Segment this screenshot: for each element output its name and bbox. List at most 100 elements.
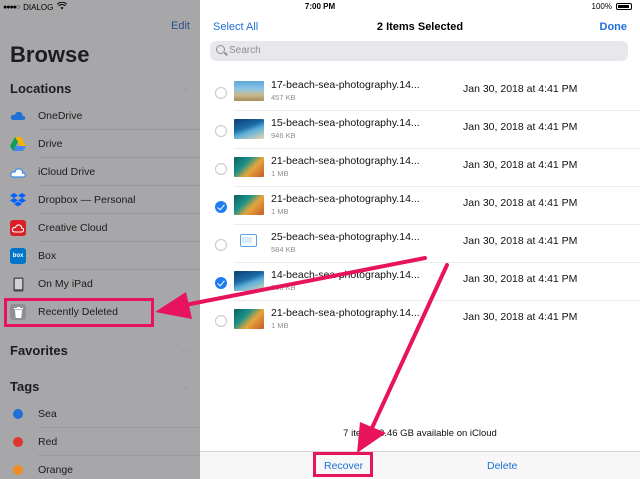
- status-bar: ●●●●○ DIALOG 7:00 PM 100%: [0, 0, 640, 14]
- sidebar-item-label: On My iPad: [38, 278, 93, 290]
- storage-summary: 7 items, 3.46 GB available on iCloud: [343, 428, 497, 439]
- selection-radio[interactable]: [215, 163, 227, 175]
- document-icon: [240, 234, 257, 247]
- file-size: 946 KB: [271, 131, 296, 140]
- sidebar-item-creative-cloud[interactable]: Creative Cloud: [0, 214, 200, 242]
- sidebar-item-drive[interactable]: Drive: [0, 130, 200, 158]
- highlight-box-recover: [313, 452, 373, 477]
- file-date: Jan 30, 2018 at 4:41 PM: [463, 273, 578, 285]
- file-date: Jan 30, 2018 at 4:41 PM: [463, 311, 578, 323]
- file-name: 15-beach-sea-photography.14...: [271, 117, 420, 129]
- selection-radio[interactable]: [215, 239, 227, 251]
- edit-button[interactable]: Edit: [171, 20, 190, 32]
- sidebar-item-label: Red: [38, 436, 58, 448]
- file-name: 21-beach-sea-photography.14...: [271, 193, 420, 205]
- sidebar-item-tag-orange[interactable]: Orange: [0, 456, 200, 479]
- sidebar-item-label: Creative Cloud: [38, 222, 108, 234]
- file-row[interactable]: 14-beach-sea-photography.14... 830 KB Ja…: [200, 263, 640, 301]
- onedrive-icon: [10, 108, 26, 124]
- sidebar-item-label: iCloud Drive: [38, 166, 96, 178]
- selection-radio[interactable]: [215, 87, 227, 99]
- bottom-toolbar: Recover Delete: [200, 451, 640, 479]
- favorites-header[interactable]: Favorites ⌵: [10, 343, 189, 358]
- chevron-down-icon[interactable]: ⌵: [182, 345, 189, 356]
- locations-header-label: Locations: [10, 81, 72, 96]
- sidebar-item-label: Drive: [38, 138, 63, 150]
- page-title: 2 Items Selected: [376, 21, 464, 33]
- file-row[interactable]: 21-beach-sea-photography.14... 1 MB Jan …: [200, 301, 640, 339]
- sidebar-item-icloud-drive[interactable]: iCloud Drive: [0, 158, 200, 186]
- file-date: Jan 30, 2018 at 4:41 PM: [463, 159, 578, 171]
- file-thumbnail: [234, 81, 264, 101]
- sidebar-item-label: Box: [38, 250, 57, 262]
- file-size: 830 KB: [271, 283, 296, 292]
- locations-header[interactable]: Locations ⌵: [10, 81, 189, 96]
- file-date: Jan 30, 2018 at 4:41 PM: [463, 235, 578, 247]
- file-name: 14-beach-sea-photography.14...: [271, 269, 420, 281]
- file-row[interactable]: 21-beach-sea-photography.14... 1 MB Jan …: [200, 149, 640, 187]
- sidebar-item-label: OneDrive: [38, 110, 83, 122]
- selection-radio-checked[interactable]: [215, 201, 227, 213]
- box-icon: box: [10, 248, 26, 264]
- selection-radio[interactable]: [215, 315, 227, 327]
- sidebar-item-label: Sea: [38, 408, 57, 420]
- file-row[interactable]: 25-beach-sea-photography.14... 584 KB Ja…: [200, 225, 640, 263]
- file-size: 457 KB: [271, 93, 296, 102]
- sidebar-item-onedrive[interactable]: OneDrive: [0, 102, 200, 130]
- sidebar: Edit Browse Locations ⌵ OneDrive Drive i…: [0, 0, 200, 479]
- tags-header-label: Tags: [10, 379, 40, 394]
- dropbox-icon: [10, 192, 26, 208]
- chevron-down-icon[interactable]: ⌵: [182, 381, 189, 392]
- sidebar-item-box[interactable]: box Box: [0, 242, 200, 270]
- highlight-box-recently-deleted: [4, 298, 154, 327]
- sidebar-item-dropbox[interactable]: Dropbox — Personal: [0, 186, 200, 214]
- tag-color-icon: [13, 409, 23, 419]
- file-thumbnail: [234, 119, 264, 139]
- sidebar-item-on-my-ipad[interactable]: On My iPad: [0, 270, 200, 298]
- file-name: 21-beach-sea-photography.14...: [271, 307, 420, 319]
- file-size: 1 MB: [271, 207, 289, 216]
- done-button[interactable]: Done: [600, 21, 628, 33]
- file-thumbnail: [234, 157, 264, 177]
- file-name: 25-beach-sea-photography.14...: [271, 231, 420, 243]
- search-placeholder: Search: [229, 45, 261, 56]
- browse-title: Browse: [10, 42, 90, 67]
- file-size: 584 KB: [271, 245, 296, 254]
- file-thumbnail: [234, 271, 264, 291]
- google-drive-icon: [10, 136, 26, 152]
- selection-radio[interactable]: [215, 125, 227, 137]
- battery-percent: 100%: [591, 2, 612, 11]
- ipad-icon: [10, 276, 26, 292]
- file-size: 1 MB: [271, 321, 289, 330]
- icloud-icon: [10, 164, 26, 180]
- creative-cloud-icon: [10, 220, 26, 236]
- file-date: Jan 30, 2018 at 4:41 PM: [463, 121, 578, 133]
- sidebar-item-label: Orange: [38, 464, 74, 476]
- file-row[interactable]: 15-beach-sea-photography.14... 946 KB Ja…: [200, 111, 640, 149]
- status-time: 7:00 PM: [304, 2, 336, 11]
- tag-color-icon: [13, 465, 23, 475]
- file-thumbnail: [234, 309, 264, 329]
- file-name: 21-beach-sea-photography.14...: [271, 155, 420, 167]
- file-date: Jan 30, 2018 at 4:41 PM: [463, 197, 578, 209]
- file-name: 17-beach-sea-photography.14...: [271, 79, 420, 91]
- file-row[interactable]: 17-beach-sea-photography.14... 457 KB Ja…: [200, 73, 640, 111]
- main-panel: Select All 2 Items Selected Done Search …: [200, 0, 640, 479]
- favorites-header-label: Favorites: [10, 343, 68, 358]
- delete-button[interactable]: Delete: [487, 460, 517, 472]
- file-date: Jan 30, 2018 at 4:41 PM: [463, 83, 578, 95]
- sidebar-item-label: Dropbox — Personal: [38, 194, 136, 206]
- tag-color-icon: [13, 437, 23, 447]
- selection-radio-checked[interactable]: [215, 277, 227, 289]
- file-row[interactable]: 21-beach-sea-photography.14... 1 MB Jan …: [200, 187, 640, 225]
- search-icon: [216, 45, 225, 54]
- battery-icon: [616, 3, 632, 10]
- sidebar-item-tag-sea[interactable]: Sea: [0, 400, 200, 428]
- nav-bar: Select All 2 Items Selected Done: [200, 14, 640, 40]
- search-input[interactable]: Search: [210, 41, 628, 61]
- file-thumbnail: [234, 195, 264, 215]
- tags-header[interactable]: Tags ⌵: [10, 379, 189, 394]
- sidebar-item-tag-red[interactable]: Red: [0, 428, 200, 456]
- file-size: 1 MB: [271, 169, 289, 178]
- chevron-down-icon[interactable]: ⌵: [182, 83, 189, 94]
